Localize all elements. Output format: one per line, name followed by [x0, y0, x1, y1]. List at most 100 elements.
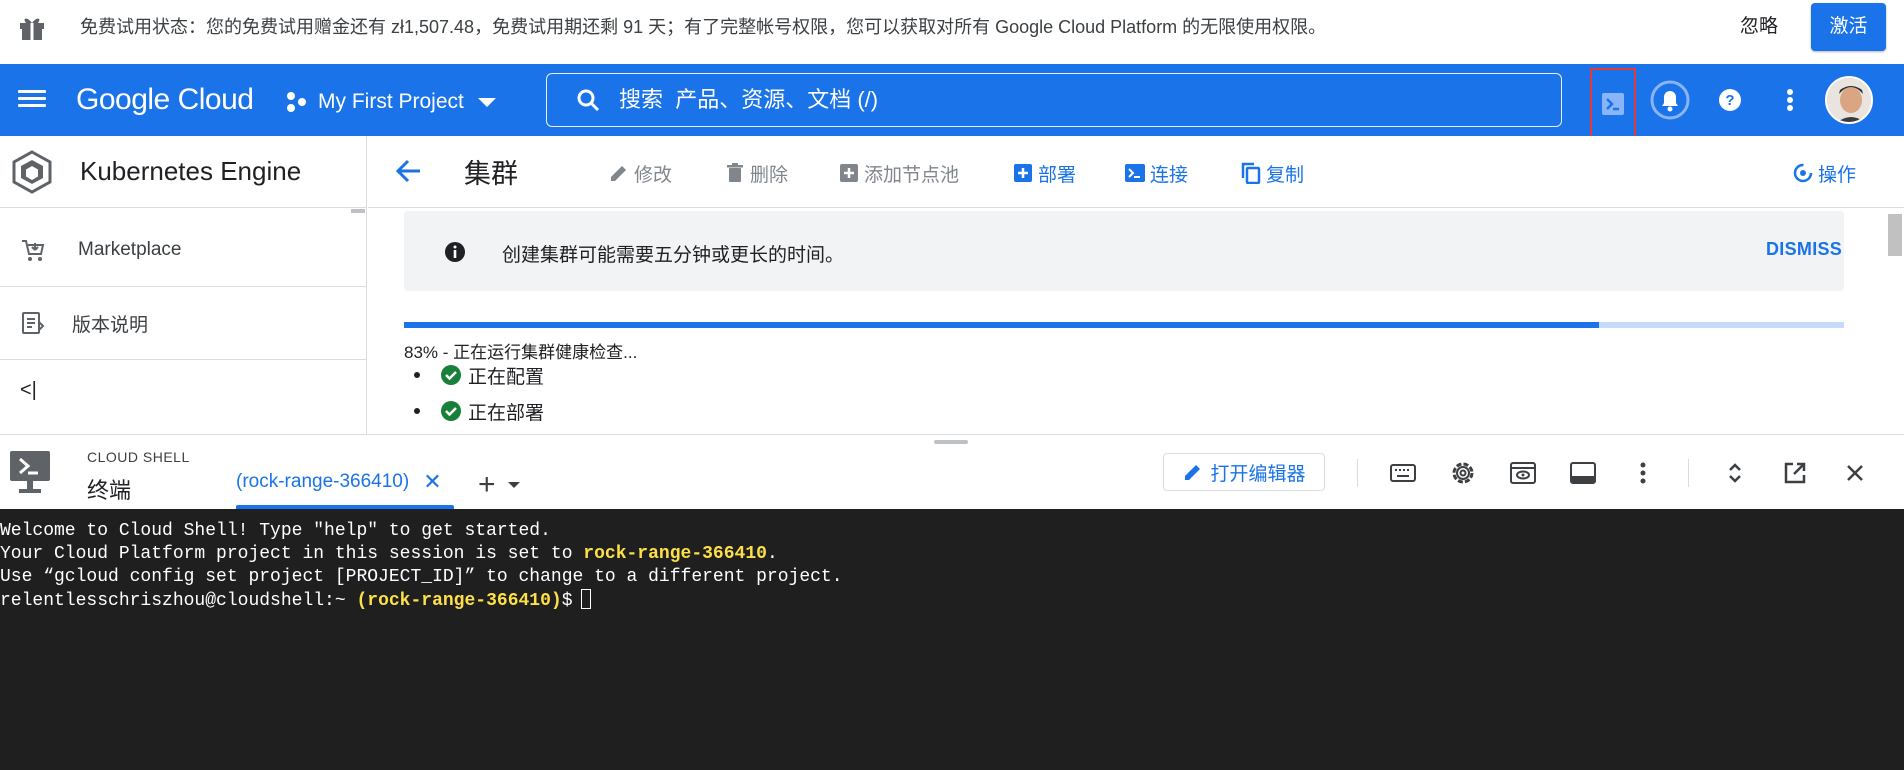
step-label: 正在配置 [468, 366, 545, 388]
terminal-line: Welcome to Cloud Shell! Type "help" to g… [0, 521, 551, 541]
more-options-button[interactable] [1628, 458, 1658, 488]
unfold-icon [1729, 463, 1741, 483]
help-icon: ? [1719, 89, 1741, 111]
more-vert-icon [1787, 89, 1793, 111]
terminal-title: 终端 [87, 478, 132, 503]
google-cloud-logo[interactable]: Google Cloud [76, 78, 254, 122]
close-shell-button[interactable] [1840, 458, 1870, 488]
cloud-shell-icon [1602, 93, 1624, 115]
sidebar-item-label: Marketplace [78, 239, 182, 260]
ignore-button[interactable]: 忽略 [1728, 10, 1790, 50]
open-editor-button[interactable]: 打开编辑器 [1163, 453, 1325, 491]
info-notice: 创建集群可能需要五分钟或更长的时间。 DISMISS [404, 211, 1844, 291]
search-icon [577, 89, 600, 112]
trial-banner: 免费试用状态：您的免费试用赠金还有 zł1,507.48，免费试用期还剩 91 … [0, 0, 1904, 64]
settings-button[interactable] [1448, 458, 1478, 488]
add-tab-button[interactable]: + [478, 468, 520, 501]
cart-icon [22, 240, 45, 261]
step-item: 正在配置 [414, 362, 544, 388]
menu-icon[interactable] [18, 86, 46, 114]
help-button[interactable]: ? [1708, 78, 1752, 122]
cloud-shell-toolbar: CLOUD SHELL 终端 (rock-range-366410) ✕ + 打… [0, 434, 1904, 509]
terminal-prompt: relentlesschriszhou@cloudshell:~ (rock-r… [0, 589, 1904, 612]
deploy-label: 部署 [1038, 164, 1077, 186]
delete-button[interactable]: 删除 [724, 160, 788, 186]
open-in-new-icon [1784, 462, 1806, 484]
project-picker[interactable]: My First Project [284, 82, 496, 122]
open-new-window-button[interactable] [1780, 458, 1810, 488]
step-label: 正在部署 [468, 402, 545, 424]
divider [1688, 459, 1689, 487]
gift-icon [20, 18, 44, 40]
product-header: Kubernetes Engine [0, 136, 367, 208]
product-title: Kubernetes Engine [80, 156, 302, 186]
more-options-button[interactable] [1768, 78, 1812, 122]
notifications-button[interactable] [1648, 78, 1692, 122]
progress-bar [404, 322, 1844, 328]
web-preview-button[interactable] [1508, 458, 1538, 488]
svg-text:?: ? [1725, 92, 1734, 109]
bullet [414, 408, 420, 414]
edit-label: 修改 [634, 164, 673, 186]
page-title: 集群 [464, 159, 518, 189]
avatar[interactable] [1825, 76, 1873, 124]
edit-icon [611, 166, 626, 181]
add-node-pool-button[interactable]: 添加节点池 [838, 160, 959, 186]
collapse-nav-button[interactable]: <| [20, 379, 37, 402]
close-icon [1847, 465, 1863, 481]
duplicate-button[interactable]: 复制 [1240, 160, 1304, 186]
terminal-output[interactable]: Welcome to Cloud Shell! Type "help" to g… [0, 509, 1904, 770]
add-icon: + [478, 468, 496, 501]
restore-button[interactable] [1720, 458, 1750, 488]
more-vert-icon [1640, 462, 1646, 484]
terminal-cursor [580, 589, 591, 609]
terminal-text: . [766, 544, 778, 564]
main-content: 创建集群可能需要五分钟或更长的时间。 DISMISS 83% - 正在运行集群健… [368, 208, 1904, 434]
connect-button[interactable]: 连接 [1124, 160, 1188, 186]
prompt-project: (rock-range-366410) [356, 591, 562, 611]
add-box-icon [1014, 164, 1032, 182]
back-arrow-icon[interactable] [394, 156, 424, 186]
web-preview-icon [1510, 462, 1536, 484]
progress-fill [404, 322, 1600, 328]
info-icon [445, 242, 465, 262]
nav-scroll-indicator [351, 209, 365, 213]
search-bar[interactable] [546, 73, 1562, 127]
progress-text: 83% - 正在运行集群健康检查... [404, 343, 638, 362]
sidebar-item-release-notes[interactable]: 版本说明 [0, 287, 367, 360]
minimize-panel-button[interactable] [1568, 458, 1598, 488]
edit-button[interactable]: 修改 [608, 160, 672, 186]
page-scrollbar[interactable] [1888, 214, 1902, 256]
add-node-pool-label: 添加节点池 [864, 164, 960, 186]
sidebar-item-label: 版本说明 [72, 314, 149, 336]
divider [1357, 459, 1358, 487]
delete-label: 删除 [750, 164, 789, 186]
activate-button[interactable]: 激活 [1811, 3, 1886, 51]
terminal-tab[interactable]: (rock-range-366410) ✕ [236, 471, 442, 507]
activate-cloud-shell-button[interactable] [1590, 68, 1636, 140]
terminal-text: Your Cloud Platform project in this sess… [0, 544, 584, 564]
close-tab-icon[interactable]: ✕ [423, 471, 441, 493]
search-input[interactable] [619, 87, 1519, 113]
terminal-icon [1125, 164, 1145, 182]
chevron-down-icon[interactable] [507, 482, 520, 488]
cloud-shell-icon [10, 451, 50, 493]
sidebar-item-marketplace[interactable]: Marketplace [0, 214, 367, 287]
page-toolbar: 集群 修改 删除 添加节点池 部署 连接 复制 操作 [368, 136, 1904, 208]
terminal-line: Your Cloud Platform project in this sess… [0, 543, 1904, 566]
copy-icon [1241, 162, 1261, 184]
chevron-down-icon [477, 97, 496, 107]
notice-text: 创建集群可能需要五分钟或更长的时间。 [502, 245, 845, 266]
deploy-button[interactable]: 部署 [1012, 160, 1076, 186]
left-nav: Kubernetes Engine Marketplace 版本说明 <| [0, 136, 367, 434]
keyboard-button[interactable] [1388, 458, 1418, 488]
user-avatar-icon [1827, 78, 1871, 122]
keyboard-icon [1390, 464, 1416, 482]
cloud-shell-label: CLOUD SHELL [87, 449, 190, 465]
operations-button[interactable]: 操作 [1792, 160, 1856, 186]
prompt-symbol: $ [561, 591, 573, 611]
resize-handle[interactable] [934, 440, 968, 444]
dismiss-button[interactable]: DISMISS [1766, 239, 1842, 260]
kubernetes-engine-icon [12, 149, 52, 194]
operations-icon [1793, 163, 1813, 183]
